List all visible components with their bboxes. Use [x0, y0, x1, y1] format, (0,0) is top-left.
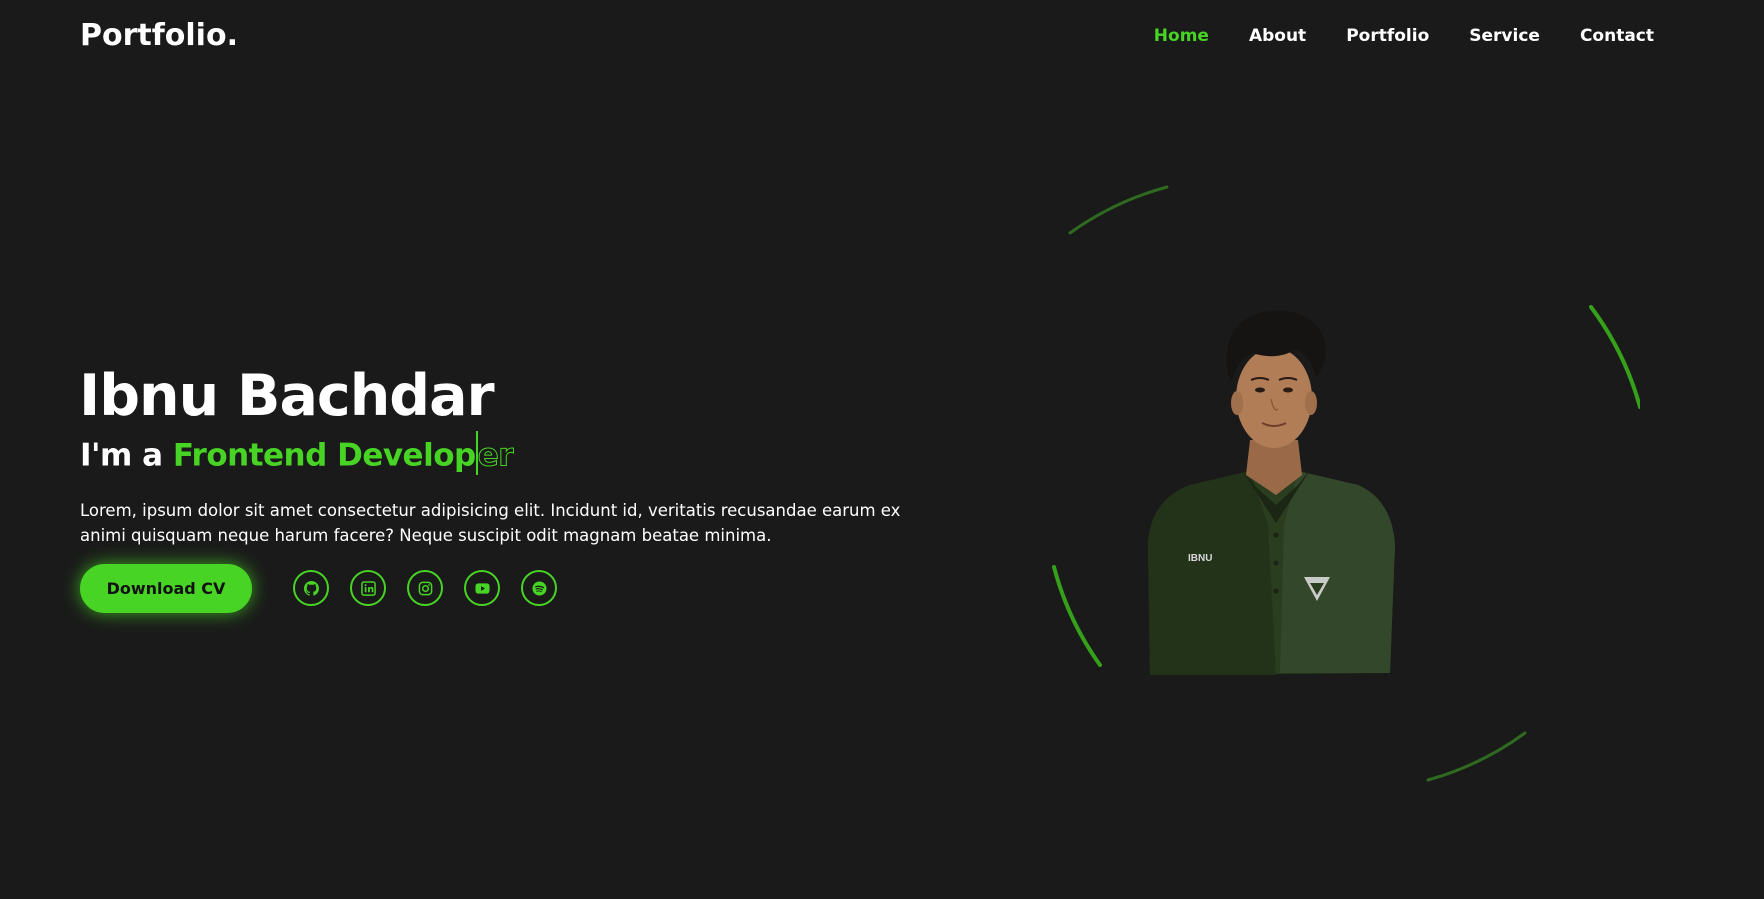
- hero-description: Lorem, ipsum dolor sit amet consectetur …: [80, 501, 901, 545]
- social-links: [293, 570, 557, 606]
- main-nav: Home About Portfolio Service Contact: [1154, 26, 1654, 46]
- arc-top: [1068, 185, 1169, 235]
- hero-role: I'm a Frontend Developer: [80, 431, 514, 475]
- arc-right: [1589, 305, 1640, 409]
- nav-item-portfolio[interactable]: Portfolio: [1346, 26, 1429, 46]
- instagram-icon: [418, 581, 432, 595]
- nav-item-service[interactable]: Service: [1469, 26, 1540, 46]
- spotify-link[interactable]: [521, 570, 557, 606]
- download-cv-button[interactable]: Download CV: [80, 564, 252, 613]
- linkedin-link[interactable]: [350, 570, 386, 606]
- site-logo[interactable]: Portfolio.: [80, 18, 238, 53]
- profile-photo: IBNU: [1148, 310, 1395, 675]
- youtube-icon: [474, 582, 490, 594]
- portrait-area: IBNU: [1052, 185, 1640, 782]
- jacket-name-badge: IBNU: [1188, 553, 1212, 564]
- instagram-link[interactable]: [407, 570, 443, 606]
- arc-bottom: [1426, 731, 1527, 782]
- github-icon: [303, 580, 319, 596]
- linkedin-icon: [360, 580, 376, 596]
- hero-name: Ibnu Bachdar: [79, 363, 495, 429]
- nav-item-about[interactable]: About: [1249, 26, 1306, 46]
- arc-left: [1052, 565, 1102, 667]
- role-prefix: I'm a: [80, 437, 173, 474]
- role-remaining-text: er: [477, 437, 514, 474]
- youtube-link[interactable]: [464, 570, 500, 606]
- nav-item-home[interactable]: Home: [1154, 26, 1209, 46]
- github-link[interactable]: [293, 570, 329, 606]
- nav-item-contact[interactable]: Contact: [1580, 26, 1654, 46]
- spotify-icon: [531, 580, 547, 596]
- role-typed-text: Frontend Develop: [172, 437, 476, 474]
- page: Portfolio. Home About Portfolio Service …: [0, 0, 1764, 899]
